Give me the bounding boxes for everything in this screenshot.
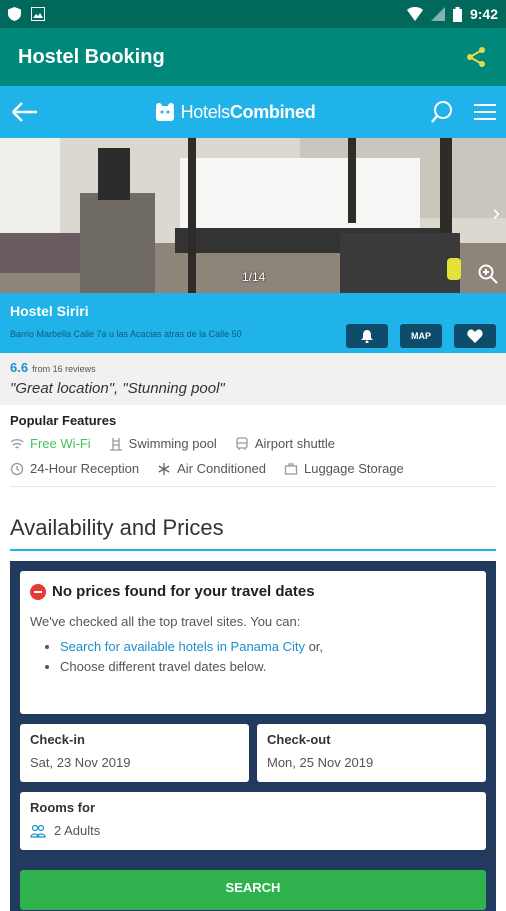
map-button[interactable]: MAP xyxy=(400,324,442,348)
shuttle-icon xyxy=(236,436,248,450)
search-button[interactable]: SEARCH xyxy=(20,870,486,910)
review-count[interactable]: from 16 reviews xyxy=(32,364,96,374)
checkout-value: Mon, 25 Nov 2019 xyxy=(267,755,374,770)
favorite-button[interactable] xyxy=(454,324,496,348)
feature-reception: 24-Hour Reception xyxy=(10,461,139,476)
option-search-hotels: Search for available hotels in Panama Ci… xyxy=(60,639,476,654)
feature-label: Air Conditioned xyxy=(177,461,267,476)
feature-ac: Air Conditioned xyxy=(157,461,266,476)
image-icon xyxy=(31,7,45,21)
feature-label: Luggage Storage xyxy=(304,461,404,476)
checkout-label: Check-out xyxy=(267,732,331,747)
photo-counter: 1/14 xyxy=(242,270,266,284)
hotel-address: Barrio Marbella Calle 7a u las Acacias a… xyxy=(10,329,242,339)
bell-icon xyxy=(361,330,373,343)
hotel-photo[interactable]: 1/14 › xyxy=(0,138,506,293)
notify-button[interactable] xyxy=(346,324,388,348)
search-hotels-link[interactable]: Search for available hotels in Panama Ci… xyxy=(60,639,305,654)
feature-shuttle: Airport shuttle xyxy=(235,436,335,451)
logo-text-combined: Combined xyxy=(229,101,316,122)
feature-wifi: Free Wi-Fi xyxy=(10,436,91,451)
option-suffix: or, xyxy=(304,639,324,654)
logo-text-hotels: Hotels xyxy=(180,101,231,122)
checkin-label: Check-in xyxy=(30,732,85,747)
feature-luggage: Luggage Storage xyxy=(284,461,404,476)
features-heading: Popular Features xyxy=(10,413,117,428)
shield-icon xyxy=(8,7,21,21)
next-photo-icon[interactable]: › xyxy=(493,200,500,226)
app-title: Hostel Booking xyxy=(18,45,165,68)
hotel-info-band: Hostel Siriri Barrio Marbella Calle 7a u… xyxy=(0,293,506,353)
pool-icon xyxy=(109,437,122,451)
rooms-field[interactable]: Rooms for 2 Adults xyxy=(20,792,486,850)
availability-panel: No prices found for your travel dates We… xyxy=(10,561,496,911)
luggage-icon xyxy=(284,462,298,475)
feature-pool: Swimming pool xyxy=(109,436,217,451)
feature-label: Airport shuttle xyxy=(254,436,336,451)
checkin-field[interactable]: Check-in Sat, 23 Nov 2019 xyxy=(20,724,249,782)
feature-label: Swimming pool xyxy=(128,436,217,451)
wifi-status-icon xyxy=(406,7,423,21)
rating-score: 6.6 xyxy=(10,360,29,375)
notice-title: No prices found for your travel dates xyxy=(52,583,315,600)
option-change-dates: Choose different travel dates below. xyxy=(60,659,476,674)
status-bar: 9:42 xyxy=(0,0,506,28)
wifi-icon xyxy=(10,438,24,448)
status-time: 9:42 xyxy=(469,6,498,22)
availability-title: Availability and Prices xyxy=(10,515,496,551)
snowflake-icon xyxy=(158,462,170,475)
rooms-label: Rooms for xyxy=(30,800,95,815)
clock-icon xyxy=(10,462,24,475)
hotelscombined-bar: HotelsCombined xyxy=(0,86,506,138)
section-divider xyxy=(10,486,496,487)
rating-section: 6.6 from 16 reviews "Great location", "St… xyxy=(0,353,506,405)
notice-subtitle: We've checked all the top travel sites. … xyxy=(30,614,301,629)
checkout-field[interactable]: Check-out Mon, 25 Nov 2019 xyxy=(257,724,486,782)
rooms-value: 2 Adults xyxy=(54,823,101,838)
signal-icon xyxy=(430,7,445,21)
error-icon xyxy=(30,583,46,600)
hotel-name: Hostel Siriri xyxy=(10,303,89,319)
bear-logo-icon xyxy=(155,103,174,121)
heart-icon xyxy=(467,329,483,343)
popular-features: Popular Features Free Wi-Fi Swimming poo… xyxy=(0,405,506,495)
checkin-value: Sat, 23 Nov 2019 xyxy=(30,755,131,770)
battery-icon xyxy=(452,6,462,22)
no-prices-notice: No prices found for your travel dates We… xyxy=(20,571,486,714)
zoom-icon[interactable] xyxy=(478,264,498,284)
feature-label: Free Wi-Fi xyxy=(30,436,91,451)
back-arrow-icon[interactable] xyxy=(10,100,40,124)
menu-icon[interactable] xyxy=(474,103,496,121)
rating-quote: "Great location", "Stunning pool" xyxy=(10,380,225,397)
hotelscombined-logo[interactable]: HotelsCombined xyxy=(155,102,316,123)
feature-label: 24-Hour Reception xyxy=(30,461,140,476)
app-bar: Hostel Booking xyxy=(0,28,506,86)
share-icon[interactable] xyxy=(464,45,488,69)
notice-options: Search for available hotels in Panama Ci… xyxy=(60,639,476,674)
search-icon[interactable] xyxy=(430,100,454,124)
guests-icon xyxy=(30,824,46,838)
